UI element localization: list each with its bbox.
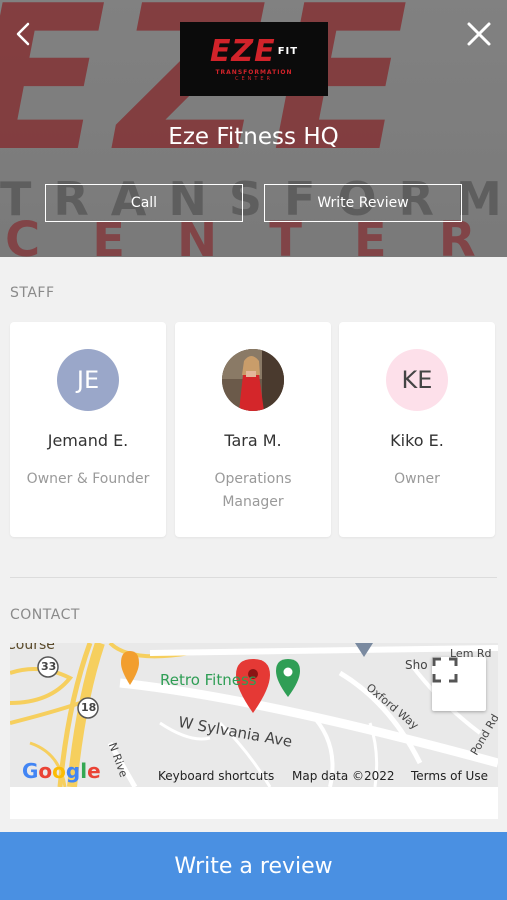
logo-tagline: TRANSFORMATION [215, 68, 293, 76]
staff-name: Tara M. [224, 431, 282, 450]
map-label: Course [10, 643, 55, 653]
close-icon [467, 22, 491, 46]
location-map[interactable]: Course 33 18 Retro Fitness W Sylvania Av… [10, 643, 498, 787]
staff-card[interactable]: JE Jemand E. Owner & Founder [10, 322, 166, 537]
staff-role: Operations Manager [214, 471, 292, 510]
person-photo-icon [222, 349, 284, 411]
staff-card[interactable]: KE Kiko E. Owner [339, 322, 495, 537]
avatar-photo [222, 349, 284, 411]
contact-section-title: CONTACT [10, 607, 80, 623]
route-shield-18: 18 [81, 701, 97, 714]
back-button[interactable] [4, 14, 44, 54]
map-data-attribution: Map data ©2022 [292, 769, 395, 783]
staff-section-title: STAFF [10, 285, 55, 301]
avatar: JE [57, 349, 119, 411]
map-fullscreen-button[interactable] [432, 657, 486, 711]
write-a-review-button[interactable]: Write a review [0, 832, 507, 900]
map-card: Course 33 18 Retro Fitness W Sylvania Av… [10, 643, 498, 819]
staff-name: Kiko E. [390, 431, 444, 450]
google-logo: Google [22, 759, 101, 783]
keyboard-shortcuts-link[interactable]: Keyboard shortcuts [158, 769, 274, 783]
close-button[interactable] [459, 14, 499, 54]
business-name: Eze Fitness HQ [168, 124, 339, 150]
logo-tagline-2: CENTER [234, 75, 274, 82]
fullscreen-icon [432, 657, 458, 683]
avatar: KE [386, 349, 448, 411]
map-label-retro-fitness: Retro Fitness [160, 671, 257, 689]
terms-of-use-link[interactable]: Terms of Use [411, 769, 488, 783]
staff-role: Owner & Founder [26, 471, 150, 487]
staff-role: Owner [394, 471, 440, 487]
logo-wordmark: EZE FIT [209, 33, 299, 69]
route-shield-33: 33 [41, 660, 57, 673]
staff-card[interactable]: Tara M. Operations Manager [175, 322, 331, 537]
section-divider [10, 577, 497, 578]
header-hero: EZE TRANSFORMATION CENTER EZEFIT TRANSFO… [0, 0, 507, 257]
call-button[interactable]: Call [45, 184, 243, 222]
business-logo: EZE FIT TRANSFORMATION CENTER [180, 22, 328, 96]
map-label-street: Sho [405, 658, 428, 672]
chevron-left-icon [16, 22, 30, 46]
staff-name: Jemand E. [47, 431, 129, 450]
write-review-button[interactable]: Write Review [264, 184, 462, 222]
